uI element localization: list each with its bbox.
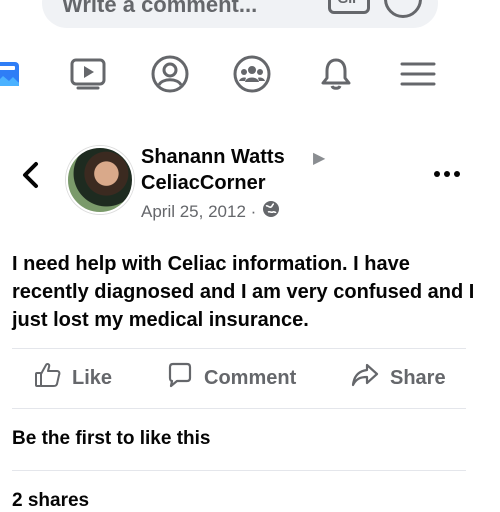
divider [12,470,466,471]
share-arrow-icon [350,361,380,395]
thumbs-up-icon [34,361,62,395]
divider [12,408,466,409]
divider [12,348,466,349]
avatar[interactable] [66,146,134,214]
post-actions: Like Comment Share [0,358,500,398]
gif-button[interactable]: GIF [328,0,370,14]
menu-icon[interactable] [398,54,438,94]
nav-bar [0,42,500,102]
bell-icon[interactable] [316,54,356,94]
groups-icon[interactable] [232,54,272,94]
emoji-button[interactable] [384,0,422,18]
post-date[interactable]: April 25, 2012 · [141,202,256,222]
shares-summary[interactable]: 2 shares [12,490,89,512]
comment-label: Comment [204,366,297,389]
comment-bar[interactable]: Write a comment... GIF [42,0,438,28]
share-button[interactable]: Share [350,358,446,398]
triangle-right-icon: ▶ [313,150,326,167]
share-label: Share [390,366,446,389]
image-icon[interactable] [0,54,26,94]
profile-icon[interactable] [150,54,190,94]
post-author[interactable]: Shanann Watts [141,146,285,169]
like-label: Like [72,366,113,389]
post-meta: April 25, 2012 · [141,200,280,223]
globe-icon [262,200,280,223]
like-button[interactable]: Like [34,358,112,398]
comment-bubble-icon [166,361,194,395]
post-group[interactable]: CeliacCorner [141,172,266,195]
comment-button[interactable]: Comment [166,358,296,398]
likes-summary[interactable]: Be the first to like this [12,428,210,450]
back-chevron-icon[interactable] [16,158,46,192]
post-text: I need help with Celiac information. I h… [12,253,475,331]
more-options-icon[interactable] [434,164,460,184]
video-icon[interactable] [68,54,108,94]
comment-input-placeholder[interactable]: Write a comment... [62,0,257,18]
